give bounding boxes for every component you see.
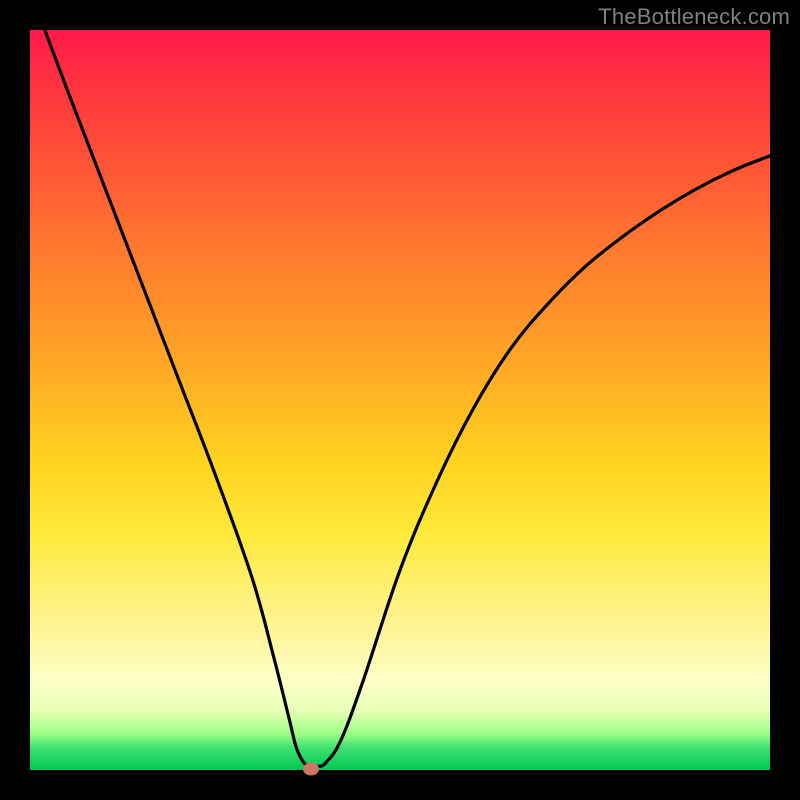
bottleneck-curve <box>30 30 770 770</box>
plot-area <box>30 30 770 770</box>
watermark-text: TheBottleneck.com <box>598 4 790 30</box>
chart-frame: TheBottleneck.com <box>0 0 800 800</box>
minimum-marker <box>303 762 319 775</box>
